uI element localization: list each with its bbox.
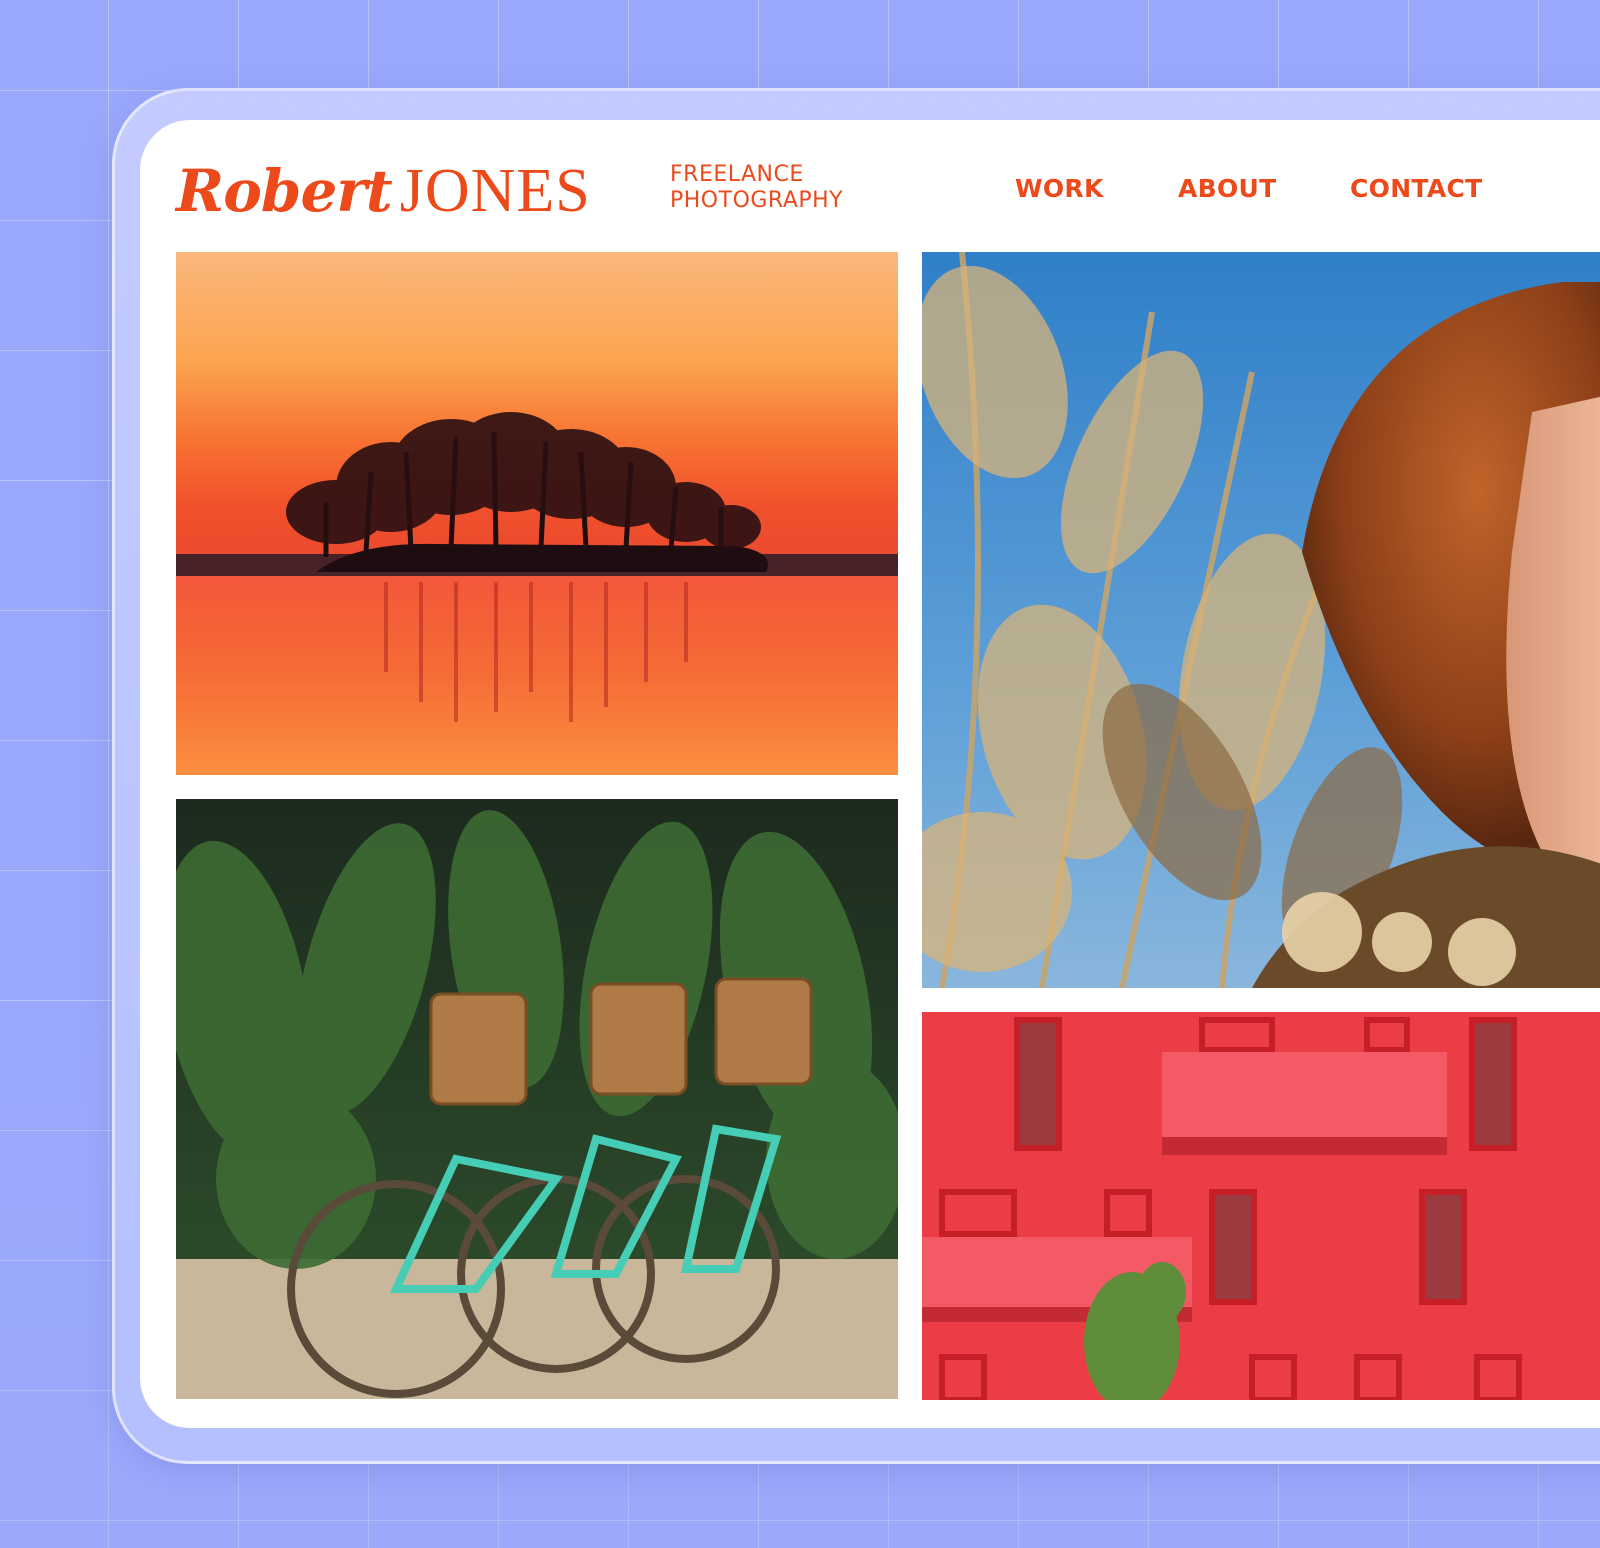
tagline-line-1: FREELANCE xyxy=(670,162,804,187)
photo-bicycles[interactable] xyxy=(176,799,898,1399)
nav-link-about[interactable]: ABOUT xyxy=(1178,174,1277,203)
main-nav: WORK ABOUT CONTACT xyxy=(1015,174,1600,214)
photo-red-building[interactable] xyxy=(922,1012,1600,1400)
bicycles-photo xyxy=(176,799,898,1399)
sunset-lake-photo xyxy=(176,252,898,775)
nav-link-contact[interactable]: CONTACT xyxy=(1350,174,1482,203)
site-header: Robert JONES FREELANCE PHOTOGRAPHY WORK A… xyxy=(140,120,1600,250)
logo-last-name: JONES xyxy=(399,157,591,225)
logo-first-name: Robert xyxy=(176,157,393,225)
photo-portrait[interactable] xyxy=(922,252,1600,988)
site-tagline: FREELANCE PHOTOGRAPHY xyxy=(670,162,843,214)
website-screen: Robert JONES FREELANCE PHOTOGRAPHY WORK A… xyxy=(140,120,1600,1428)
red-building-photo xyxy=(922,1012,1600,1400)
photo-sunset-island[interactable] xyxy=(176,252,898,775)
tagline-line-2: PHOTOGRAPHY xyxy=(670,188,844,213)
site-logo[interactable]: Robert JONES xyxy=(176,156,591,227)
portrait-photo xyxy=(922,252,1600,988)
nav-link-work[interactable]: WORK xyxy=(1015,174,1104,203)
